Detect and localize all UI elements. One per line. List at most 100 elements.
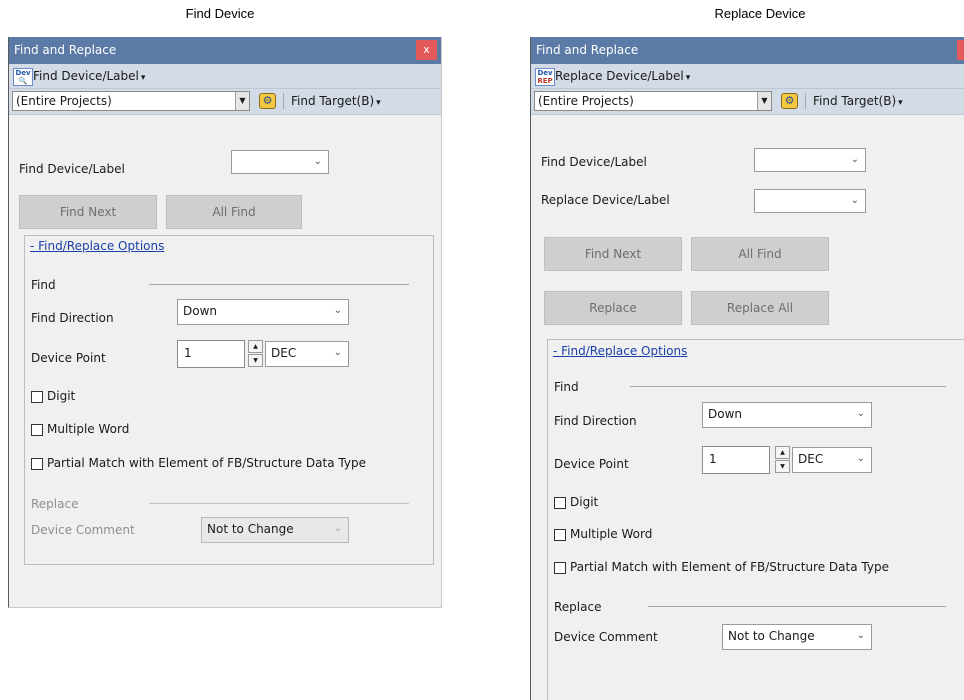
close-button[interactable] [957,40,964,60]
find-device-combo[interactable]: ⌄ [231,150,329,174]
spin-up-icon[interactable]: ▲ [248,340,263,353]
partial-match-checkbox[interactable] [31,458,43,470]
chevron-down-icon: ⌄ [856,453,865,464]
chevron-down-icon: ⌄ [850,195,859,206]
find-direction-select[interactable]: Down ⌄ [177,299,349,325]
mode-toolbar: Dev 🔍 Find Device/Label ▾ [9,64,441,89]
window-title: Find and Replace [14,43,117,57]
replace-section-divider [149,503,409,504]
find-device-label-menu[interactable]: Find Device/Label ▾ [33,69,145,83]
replace-section-heading: Replace [31,497,79,511]
find-replace-options-link[interactable]: - Find/Replace Options [553,344,687,358]
device-comment-label: Device Comment [554,630,658,644]
spin-down-icon[interactable]: ▼ [248,354,263,367]
multiple-word-checkbox[interactable] [31,424,43,436]
caret-down-icon: ▾ [140,73,146,83]
device-comment-value: Not to Change [728,629,815,643]
scope-value: (Entire Projects) [16,94,112,108]
chevron-down-icon: ⌄ [333,347,342,358]
replace-device-label-menu[interactable]: Replace Device/Label ▾ [555,69,690,83]
titlebar: Find and Replace [531,37,964,64]
window-title: Find and Replace [536,43,639,57]
scope-select[interactable]: (Entire Projects) ▼ [534,91,772,111]
find-section-heading: Find [554,380,579,394]
replace-device-combo[interactable]: ⌄ [754,189,866,213]
partial-match-label: Partial Match with Element of FB/Structu… [570,560,889,574]
chevron-down-icon: ⌄ [333,523,342,534]
find-target-menu[interactable]: Find Target(B) ▾ [813,94,903,108]
digit-label: Digit [47,389,76,403]
chevron-down-icon: ⌄ [856,408,865,419]
close-button[interactable]: x [416,40,437,60]
digit-label: Digit [570,495,599,509]
find-direction-label: Find Direction [31,311,114,325]
find-direction-value: Down [708,407,743,421]
radix-select[interactable]: DEC ⌄ [792,447,872,473]
partial-match-checkbox[interactable] [554,562,566,574]
find-target-menu[interactable]: Find Target(B) ▾ [291,94,381,108]
all-find-button[interactable]: All Find [691,237,829,271]
chevron-down-icon[interactable]: ▼ [235,92,249,110]
caret-down-icon: ▾ [685,73,691,83]
replace-section-divider [648,606,946,607]
find-section-divider [630,386,946,387]
device-point-label: Device Point [31,351,106,365]
mode-label: Find Device/Label [33,69,139,83]
partial-match-label: Partial Match with Element of FB/Structu… [47,456,366,470]
chevron-down-icon: ⌄ [313,156,322,167]
scope-value: (Entire Projects) [538,94,634,108]
scope-select[interactable]: (Entire Projects) ▼ [12,91,250,111]
find-next-button[interactable]: Find Next [19,195,157,229]
find-replace-options-link[interactable]: - Find/Replace Options [30,239,164,253]
caret-down-icon: ▾ [376,98,381,108]
chevron-down-icon[interactable]: ▼ [757,92,771,110]
digit-checkbox[interactable] [31,391,43,403]
mode-label: Replace Device/Label [555,69,684,83]
device-comment-select[interactable]: Not to Change ⌄ [722,624,872,650]
device-find-icon: Dev 🔍 [13,68,33,86]
scope-toolbar: (Entire Projects) ▼ ⚙ Find Target(B) ▾ [9,89,441,115]
find-field-label: Find Device/Label [19,162,125,176]
device-point-input[interactable]: 1 [702,446,770,474]
all-find-button[interactable]: All Find [166,195,302,229]
find-direction-select[interactable]: Down ⌄ [702,402,872,428]
caption-replace-device: Replace Device [714,6,806,21]
radix-value: DEC [271,346,297,360]
find-field-label: Find Device/Label [541,155,647,169]
titlebar: Find and Replace x [9,37,441,64]
replace-device-panel: Find and Replace Dev REP Replace Device/L… [530,37,964,700]
device-replace-icon: Dev REP [535,68,555,86]
multiple-word-checkbox[interactable] [554,529,566,541]
chevron-down-icon: ⌄ [850,154,859,165]
find-target-label: Find Target(B) [291,94,375,108]
replace-section-heading: Replace [554,600,602,614]
device-point-input[interactable]: 1 [177,340,245,368]
find-direction-label: Find Direction [554,414,637,428]
find-direction-value: Down [183,304,218,318]
find-target-icon[interactable]: ⚙ [259,93,276,109]
find-target-icon[interactable]: ⚙ [781,93,798,109]
chevron-down-icon: ⌄ [856,630,865,641]
find-device-combo[interactable]: ⌄ [754,148,866,172]
device-comment-value: Not to Change [207,522,294,536]
device-point-spinner[interactable]: ▲ ▼ [775,446,790,474]
device-comment-select[interactable]: Not to Change ⌄ [201,517,349,543]
replace-field-label: Replace Device/Label [541,193,670,207]
radix-select[interactable]: DEC ⌄ [265,341,349,367]
replace-all-button[interactable]: Replace All [691,291,829,325]
toolbar-separator [283,93,284,109]
device-point-spinner[interactable]: ▲ ▼ [248,340,263,368]
chevron-down-icon: ⌄ [333,305,342,316]
spin-up-icon[interactable]: ▲ [775,446,790,459]
device-point-label: Device Point [554,457,629,471]
device-point-value: 1 [709,452,717,466]
options-box: - Find/Replace Options Find Find Directi… [547,339,964,700]
options-box: - Find/Replace Options Find Find Directi… [24,235,434,565]
find-next-button[interactable]: Find Next [544,237,682,271]
digit-checkbox[interactable] [554,497,566,509]
find-section-heading: Find [31,278,56,292]
spin-down-icon[interactable]: ▼ [775,460,790,473]
replace-button[interactable]: Replace [544,291,682,325]
device-point-value: 1 [184,346,192,360]
device-comment-label: Device Comment [31,523,135,537]
